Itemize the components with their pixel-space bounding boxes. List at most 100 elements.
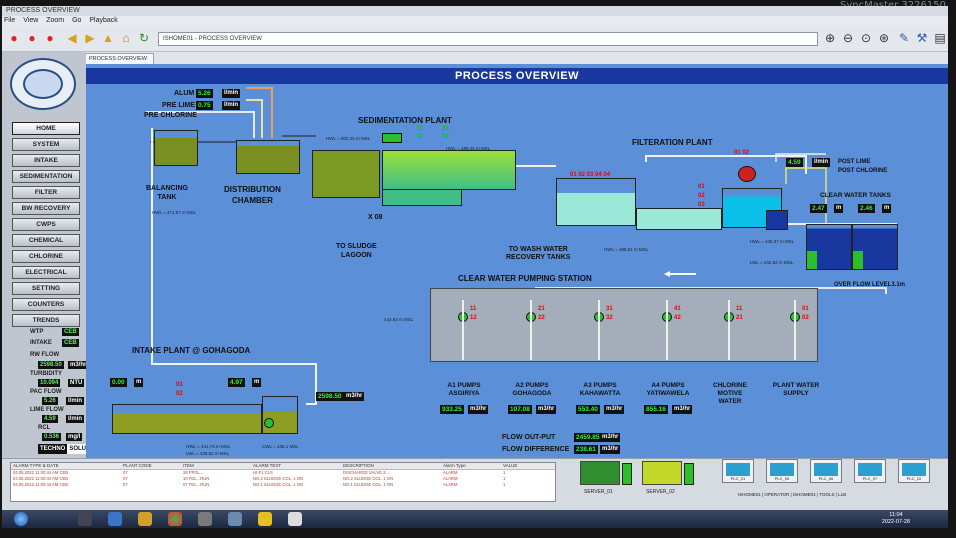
user-icon[interactable]: ● bbox=[24, 30, 40, 46]
back-icon[interactable]: ◀ bbox=[64, 30, 80, 46]
tool-app-icon[interactable] bbox=[198, 512, 212, 526]
alarm-column-header[interactable]: ITEM bbox=[181, 463, 251, 469]
system-clock[interactable]: 11:04 2022-07-28 bbox=[882, 512, 910, 526]
prelime-value: 0.75 bbox=[196, 101, 213, 110]
forward-icon[interactable]: ▶ bbox=[82, 30, 98, 46]
pump-id-1: 11 bbox=[736, 306, 743, 312]
prelime-unit: l/min bbox=[222, 101, 241, 110]
ie-icon[interactable] bbox=[108, 512, 122, 526]
flocculator[interactable] bbox=[312, 150, 380, 198]
rw-flow-label: RW FLOW bbox=[30, 352, 60, 358]
turbidity-label: TURBIDITY bbox=[30, 371, 62, 377]
folder-icon[interactable] bbox=[138, 512, 152, 526]
nav-trends[interactable]: TRENDS bbox=[12, 314, 80, 327]
server-02-status[interactable] bbox=[642, 461, 682, 485]
alarm-column-header[interactable]: DESCRIPTION bbox=[341, 463, 441, 469]
users-icon[interactable]: ● bbox=[42, 30, 58, 46]
alarm-column-header[interactable]: ALARM TYPE & DATE bbox=[11, 463, 121, 469]
filter-channel bbox=[636, 208, 722, 230]
clear-water-tank-2[interactable] bbox=[852, 224, 898, 270]
pen-icon[interactable]: ✎ bbox=[896, 30, 912, 46]
nav-system[interactable]: SYSTEM bbox=[12, 138, 80, 151]
rcl-unit: mg/l bbox=[66, 433, 83, 441]
nav-chlorine[interactable]: CHLORINE bbox=[12, 250, 80, 263]
scada-app-icon[interactable] bbox=[258, 512, 272, 526]
menu-go[interactable]: Go bbox=[72, 17, 81, 24]
pump-flow-unit: m3/hr bbox=[672, 405, 693, 414]
plc-status-tile[interactable]: PLC_06 bbox=[810, 459, 842, 483]
desktop-icon[interactable] bbox=[78, 512, 92, 526]
filter-pump-01: 01 bbox=[698, 184, 705, 190]
server-01-bar bbox=[622, 463, 632, 485]
intake-wet-well[interactable] bbox=[262, 396, 298, 434]
zoom-out-icon[interactable]: ⊖ bbox=[840, 30, 856, 46]
bottom-panel: ALARM TYPE & DATE PLANT CODE ITEM ALARM TEX… bbox=[2, 458, 948, 510]
plc-status-tile[interactable]: PLC_10 bbox=[898, 459, 930, 483]
nav-filter[interactable]: FILTER bbox=[12, 186, 80, 199]
nav-chemical[interactable]: CHEMICAL bbox=[12, 234, 80, 247]
clear-water-tank-1[interactable] bbox=[806, 224, 852, 270]
sed-pump-icon[interactable] bbox=[382, 133, 402, 143]
alarm-icon[interactable]: ● bbox=[6, 30, 22, 46]
sed-pump-22: 22 bbox=[442, 134, 449, 140]
start-icon[interactable] bbox=[14, 512, 28, 526]
pump-id-1: 31 bbox=[606, 306, 613, 312]
tool-icon[interactable]: ⚒ bbox=[914, 30, 930, 46]
menu-zoom[interactable]: Zoom bbox=[46, 17, 64, 24]
menu-file[interactable]: File bbox=[4, 17, 15, 24]
balancing-tank[interactable] bbox=[154, 130, 198, 166]
address-field[interactable]: ISHOME01 - PROCESS OVERVIEW bbox=[158, 32, 818, 46]
up-icon[interactable]: ▲ bbox=[100, 30, 116, 46]
intake-sump[interactable] bbox=[112, 404, 262, 434]
nav-setting[interactable]: SETTING bbox=[12, 282, 80, 295]
notepad-icon[interactable] bbox=[288, 512, 302, 526]
sedimentation-hwl: HWL = 502.25 m MSL bbox=[326, 136, 371, 141]
nav-cwps[interactable]: CWPS bbox=[12, 218, 80, 231]
nav-sedimentation[interactable]: SEDIMENTATION bbox=[12, 170, 80, 183]
tab-process-overview[interactable]: PROCESS OVERVIEW bbox=[82, 53, 154, 64]
post-pump-icon[interactable] bbox=[738, 166, 756, 182]
toolbar: ● ● ● ◀ ▶ ▲ ⌂ ↻ ISHOME01 - PROCESS OVERV… bbox=[2, 26, 948, 52]
lime-flow-label: LIME FLOW bbox=[30, 407, 64, 413]
post-pump-ids: 01 02 bbox=[734, 150, 750, 156]
pump-id-2: 32 bbox=[606, 315, 613, 321]
nav-bw-recovery[interactable]: BW RECOVERY bbox=[12, 202, 80, 215]
alarm-table[interactable]: ALARM TYPE & DATE PLANT CODE ITEM ALARM TEX… bbox=[10, 462, 556, 502]
print-icon[interactable]: ▤ bbox=[932, 30, 948, 46]
zoom-fit-icon[interactable]: ⊛ bbox=[876, 30, 892, 46]
menu-view[interactable]: View bbox=[23, 17, 38, 24]
menubar: File View Zoom Go Playback bbox=[2, 16, 948, 26]
alarm-column-header[interactable]: Alarm Type bbox=[441, 463, 501, 469]
filter-beds[interactable] bbox=[556, 178, 636, 226]
intake-pump-icon[interactable] bbox=[264, 418, 274, 428]
alarm-cell: 07 bbox=[123, 482, 128, 487]
alarm-column-header[interactable]: PLANT CODE bbox=[121, 463, 181, 469]
nav-electrical[interactable]: ELECTRICAL bbox=[12, 266, 80, 279]
nav-intake[interactable]: INTAKE bbox=[12, 154, 80, 167]
menu-playback[interactable]: Playback bbox=[89, 17, 117, 24]
distribution-chamber[interactable] bbox=[236, 140, 300, 174]
alarm-column-header[interactable]: VALUE bbox=[501, 463, 541, 469]
nav-counters[interactable]: COUNTERS bbox=[12, 298, 80, 311]
plc-status-tile[interactable]: PLC_07 bbox=[854, 459, 886, 483]
home-icon[interactable]: ⌂ bbox=[118, 30, 134, 46]
turbidity-value: 10.094 bbox=[38, 379, 61, 387]
server-01-status[interactable] bbox=[580, 461, 620, 485]
distribution-chamber-label: DISTRIBUTION CHAMBER bbox=[224, 185, 281, 205]
pump-riser bbox=[728, 300, 730, 360]
zoom-in-icon[interactable]: ⊕ bbox=[822, 30, 838, 46]
plc-status-tile[interactable]: PLC_05 bbox=[766, 459, 798, 483]
chrome-icon[interactable] bbox=[168, 512, 182, 526]
network-app-icon[interactable] bbox=[228, 512, 242, 526]
zoom-icon[interactable]: ⊙ bbox=[858, 30, 874, 46]
alarm-row[interactable]: 04.05.2022 11:00:44 AM CEB 07 07 FDL...RUN… bbox=[11, 482, 555, 488]
sedimentation-basin[interactable] bbox=[382, 150, 516, 190]
alarm-column-header[interactable]: ALARM TEXT bbox=[251, 463, 341, 469]
alarm-header: ALARM TYPE & DATE PLANT CODE ITEM ALARM TEX… bbox=[11, 463, 555, 470]
pump-name-label: A1 PUMPS ASGIRIYA bbox=[447, 382, 481, 397]
sedimentation-hwl-2: HWL = 488.45 m MSL bbox=[446, 146, 491, 151]
nav-home[interactable]: HOME bbox=[12, 122, 80, 135]
refresh-icon[interactable]: ↻ bbox=[136, 30, 152, 46]
plc-label: PLC_05 bbox=[774, 476, 790, 481]
plc-status-tile[interactable]: PLC_01 bbox=[722, 459, 754, 483]
